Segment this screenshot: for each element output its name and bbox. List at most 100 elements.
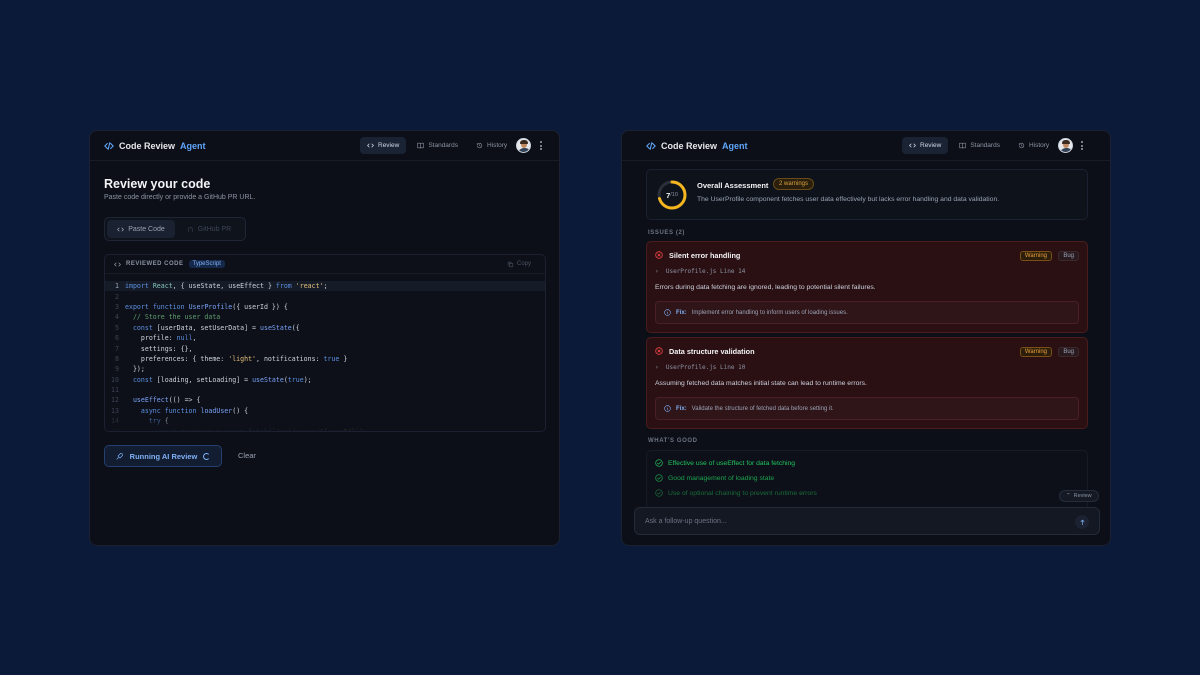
tab-paste-code[interactable]: Paste Code — [107, 220, 175, 238]
brand-name: Code Review — [119, 140, 176, 151]
code-line: 5 const [userData, setUserData] = useSta… — [105, 323, 545, 333]
code-text: profile: null, — [125, 334, 197, 343]
line-number: 10 — [111, 375, 119, 384]
code-line: 12 useEffect(() => { — [105, 395, 545, 405]
code-line: 1 import React, { useState, useEffect } f… — [105, 281, 545, 292]
nav-label: History — [486, 142, 508, 149]
nav-standards[interactable]: Standards — [410, 137, 465, 154]
copy-label: Copy — [516, 261, 531, 267]
language-badge: TypeScript — [188, 260, 225, 268]
severity-badge: Warning — [1019, 251, 1052, 261]
run-button-label: Running AI Review — [129, 451, 198, 461]
line-number: 2 — [115, 292, 119, 301]
whats-good-list: Effective use of useEffect for data fetc… — [646, 450, 1088, 510]
code-line: 8 preferences: { theme: 'light', notific… — [105, 354, 545, 364]
book-icon — [417, 142, 425, 149]
issue-description: Assuming fetched data matches initial st… — [655, 380, 867, 387]
followup-input[interactable]: Ask a follow-up question... — [634, 507, 1100, 535]
line-number: 6 — [115, 334, 119, 343]
code-text: const [userData, setUserData] = useState… — [132, 323, 300, 332]
category-badge: Bug — [1058, 251, 1079, 261]
code-line: 10 const [loading, setLoading] = useStat… — [105, 375, 545, 385]
top-bar: Code Review Agent Review Standards Histo… — [90, 131, 559, 161]
issue-location-text: UserProfile.js Line 14 — [665, 268, 746, 275]
nav-label: History — [1028, 142, 1050, 149]
code-body: 1 import React, { useState, useEffect } f… — [105, 274, 545, 431]
fix-label: Fix: — [676, 309, 687, 316]
more-icon[interactable] — [1081, 141, 1083, 150]
scroll-to-review-chip[interactable]: ⌃ Review — [1059, 490, 1099, 502]
nav-label: Review — [920, 142, 942, 149]
issues-heading: ISSUES (2) — [648, 230, 686, 236]
error-circle-icon — [655, 251, 663, 259]
issue-card[interactable]: Silent error handling Warning Bug › User… — [646, 241, 1088, 333]
nav-history[interactable]: History — [1011, 137, 1056, 154]
good-item-text: Good management of loading state — [668, 474, 775, 482]
code-line: 4 // Store the user data — [105, 312, 545, 322]
code-icon — [104, 141, 114, 150]
code-line: 3 export function UserProfile({ userId })… — [105, 302, 545, 312]
run-review-button[interactable]: Running AI Review — [104, 445, 222, 467]
code-text: useEffect(() => { — [132, 396, 201, 405]
code-line: 11 — [105, 385, 545, 395]
top-bar: Code Review Agent Review Standards Histo… — [622, 131, 1110, 161]
fix-label: Fix: — [676, 405, 687, 412]
code-icon — [114, 261, 121, 267]
line-number: 12 — [111, 396, 119, 405]
good-item-text: Effective use of useEffect for data fetc… — [668, 459, 796, 467]
code-icon — [367, 143, 374, 148]
code-text: }); — [125, 365, 145, 374]
line-number: 3 — [115, 302, 119, 311]
input-mode-tabs: Paste Code GitHub PR — [104, 217, 246, 241]
list-item: Effective use of useEffect for data fetc… — [655, 459, 795, 467]
more-icon[interactable] — [540, 141, 542, 150]
line-number: 4 — [115, 313, 119, 322]
issue-location[interactable]: › UserProfile.js Line 14 — [655, 268, 745, 275]
nav-label: Review — [378, 142, 400, 149]
tab-label: Paste Code — [128, 225, 165, 233]
list-item: Use of optional chaining to prevent runt… — [655, 489, 817, 497]
nav-standards[interactable]: Standards — [952, 137, 1007, 154]
send-button[interactable] — [1075, 515, 1089, 529]
nav-review[interactable]: Review — [902, 137, 949, 154]
code-text: import React, { useState, useEffect } fr… — [125, 282, 328, 291]
nav-label: Standards — [428, 142, 458, 149]
score-max: /10 — [670, 192, 678, 198]
assessment-title: Overall Assessment — [697, 181, 769, 190]
page-title: Review your code — [104, 177, 211, 191]
brand-logo[interactable]: Code Review Agent — [104, 141, 206, 151]
issue-location[interactable]: › UserProfile.js Line 10 — [655, 364, 745, 371]
check-circle-icon — [655, 489, 663, 497]
issue-title: Silent error handling — [669, 251, 741, 260]
avatar[interactable] — [1058, 138, 1073, 153]
avatar[interactable] — [516, 138, 531, 153]
fix-suggestion: Fix: Implement error handling to inform … — [655, 301, 1079, 324]
copy-icon — [507, 261, 514, 267]
clear-button[interactable]: Clear — [238, 451, 256, 460]
tab-github-pr[interactable]: GitHub PR — [175, 220, 243, 238]
brand-accent: Agent — [722, 140, 748, 151]
brand-name: Code Review — [661, 140, 718, 151]
check-circle-icon — [655, 474, 663, 482]
nav-review[interactable]: Review — [360, 137, 407, 154]
rocket-icon — [116, 452, 123, 460]
code-icon — [117, 226, 125, 232]
warnings-badge: 2 warnings — [773, 178, 815, 190]
nav-history[interactable]: History — [469, 137, 514, 154]
brand-logo[interactable]: Code Review Agent — [646, 141, 748, 151]
code-text: preferences: { theme: 'light', notificat… — [125, 354, 348, 363]
overall-assessment-card: 7/10 Overall Assessment 2 warnings The U… — [646, 169, 1088, 220]
issue-card[interactable]: Data structure validation Warning Bug › … — [646, 337, 1088, 429]
issue-description: Errors during data fetching are ignored,… — [655, 284, 876, 291]
code-editor[interactable]: REVIEWED CODE TypeScript Copy 1 import Re… — [104, 254, 546, 432]
code-text: // Store the user data — [125, 313, 221, 322]
brand-accent: Agent — [180, 140, 206, 151]
error-circle-icon — [655, 347, 663, 355]
code-line: 7 settings: {}, — [105, 343, 545, 353]
whats-good-heading: WHAT'S GOOD — [648, 438, 698, 444]
copy-button[interactable]: Copy — [507, 261, 531, 268]
line-number: 8 — [115, 354, 119, 363]
assessment-description: The UserProfile component fetches user d… — [697, 196, 1000, 203]
top-nav: Review Standards History — [360, 137, 514, 154]
info-icon — [664, 309, 671, 316]
